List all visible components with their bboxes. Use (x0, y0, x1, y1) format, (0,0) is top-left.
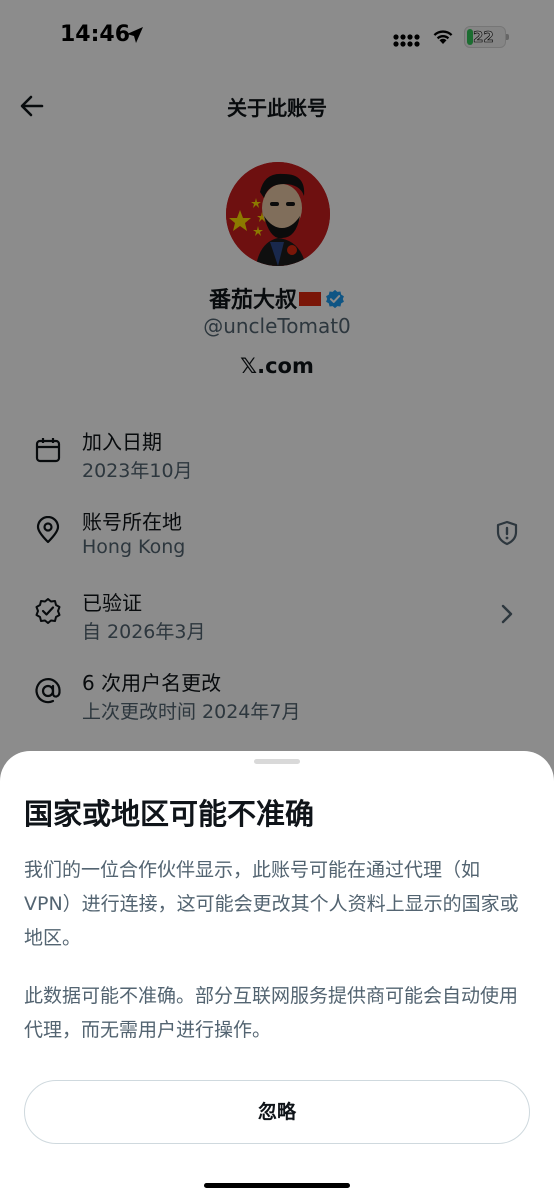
sheet-drag-handle[interactable] (254, 759, 300, 764)
ignore-button[interactable]: 忽略 (24, 1080, 530, 1144)
sheet-paragraph-2: 此数据可能不准确。部分互联网服务提供商可能会自动使用代理，而无需用户进行操作。 (24, 985, 519, 1041)
bottom-sheet: 国家或地区可能不准确 我们的一位合作伙伴显示，此账号可能在通过代理（如 VPN）… (0, 751, 554, 1200)
sheet-paragraph-1: 我们的一位合作伙伴显示，此账号可能在通过代理（如 VPN）进行连接，这可能会更改… (24, 859, 519, 949)
home-indicator[interactable] (204, 1183, 350, 1188)
sheet-title: 国家或地区可能不准确 (24, 797, 315, 831)
